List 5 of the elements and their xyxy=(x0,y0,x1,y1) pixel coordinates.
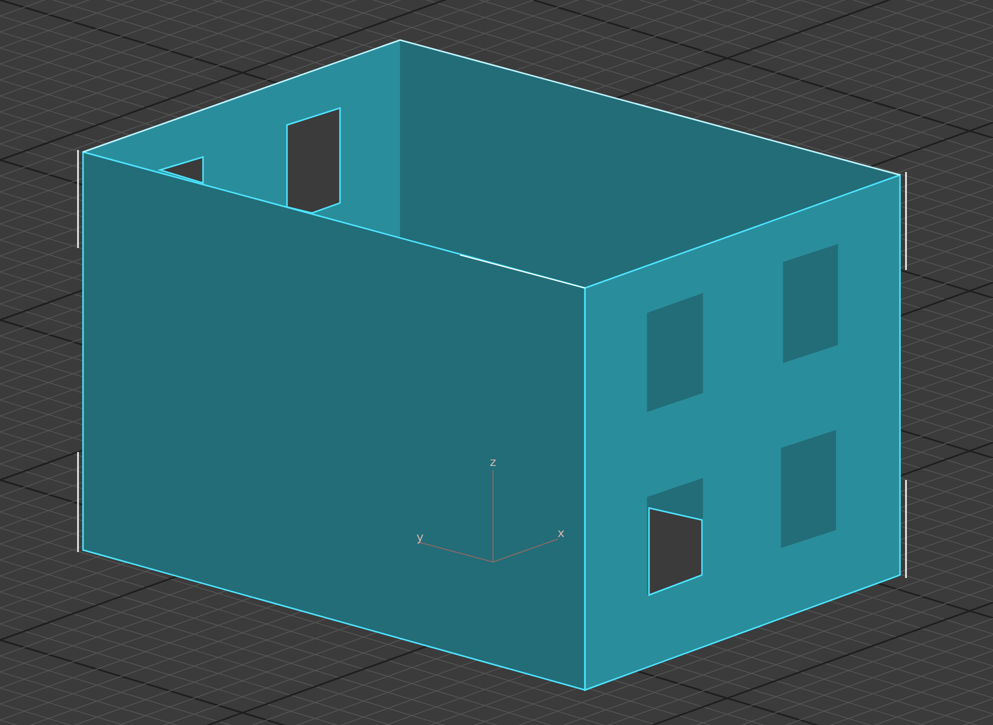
axis-label: y xyxy=(416,530,424,544)
axis-label: z xyxy=(490,455,496,469)
box-model-drawing[interactable] xyxy=(77,39,907,692)
axis-label: x xyxy=(557,526,565,540)
viewport-canvas[interactable]: z y x xyxy=(0,0,993,725)
